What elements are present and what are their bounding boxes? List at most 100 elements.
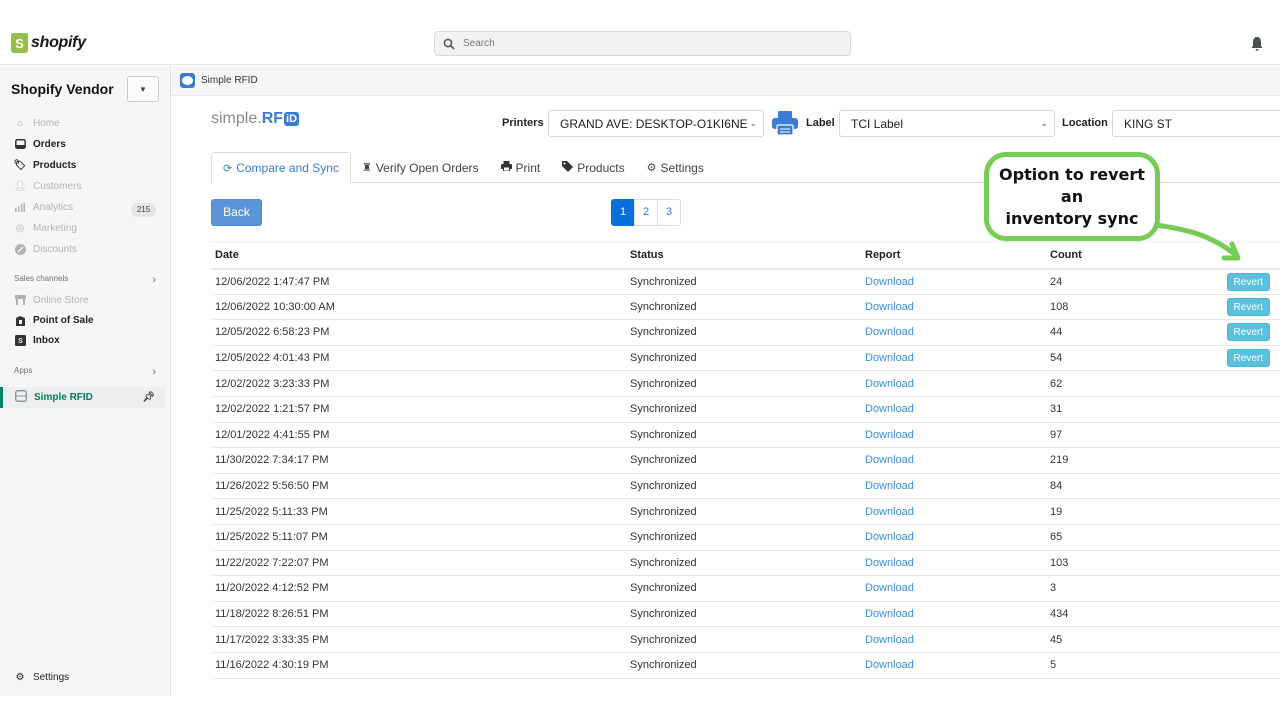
cell-count: 97 [1046,422,1216,449]
download-link[interactable]: Download [861,396,1046,423]
caret-down-icon[interactable]: ▼ [127,76,159,102]
tab-products[interactable]: Products [551,152,635,183]
cell-count: 108 [1046,294,1216,321]
download-link[interactable]: Download [861,294,1046,321]
sync-icon: ⟳ [223,162,233,175]
printer-icon [500,161,512,174]
gear-icon: ⚙ [15,671,25,683]
page-3-button[interactable]: 3 [657,199,681,226]
cell-status: Synchronized [626,268,861,295]
download-link[interactable]: Download [861,626,1046,653]
cell-date: 11/17/2022 3:33:35 PM [211,626,626,653]
tab-compare-and-sync[interactable]: ⟳ Compare and Sync [211,152,351,184]
tab-label: Products [577,160,625,175]
tab-label: Verify Open Orders [375,160,479,175]
bell-icon[interactable] [1250,36,1264,52]
tab-label: Print [515,160,541,175]
sidebar-item-products[interactable]: 🏷︎ Products [14,156,77,174]
download-link[interactable]: Download [861,447,1046,474]
tab-label: Compare and Sync [236,161,339,175]
cell-action [1216,601,1280,628]
chevron-right-icon[interactable]: › [152,274,156,286]
download-link[interactable]: Download [861,319,1046,346]
search-icon [443,38,455,50]
sidebar-item-label: Products [33,159,77,171]
table-row: 12/05/2022 6:58:23 PM Synchronized Downloa… [211,319,1280,346]
download-link[interactable]: Download [861,498,1046,525]
shopify-logo[interactable]: S shopify [11,33,86,53]
sidebar-item-customers[interactable]: 👤︎ Customers [14,177,82,195]
chevron-right-icon[interactable]: › [152,366,156,378]
label-select[interactable]: TCI Label ⌄ [839,110,1055,137]
cell-count: 54 [1046,345,1216,372]
sidebar-item-discounts[interactable]: Discounts [14,240,77,258]
page-2-button[interactable]: 2 [634,199,658,226]
back-button[interactable]: Back [211,199,262,226]
cell-action: Revert [1216,345,1280,372]
download-link[interactable]: Download [861,268,1046,295]
table-row: 11/26/2022 5:56:50 PM Synchronized Downloa… [211,473,1280,500]
sync-history-table: Date Status Report Count 12/06/2022 1:47… [211,241,1280,679]
tab-verify-open-orders[interactable]: ♜ Verify Open Orders [351,152,490,183]
cell-date: 12/02/2022 1:21:57 PM [211,396,626,423]
orders-count-badge: 215 [131,203,156,217]
shopify-wordmark: shopify [31,34,86,51]
sidebar-item-inbox[interactable]: S Inbox [14,331,60,349]
download-link[interactable]: Download [861,601,1046,628]
download-link[interactable]: Download [861,473,1046,500]
cell-status: Synchronized [626,498,861,525]
sidebar-item-label: Online Store [33,294,89,306]
revert-button[interactable]: Revert [1226,297,1270,316]
download-link[interactable]: Download [861,345,1046,372]
sales-channels-title: Sales channels [14,274,69,283]
column-header-status[interactable]: Status [626,241,861,270]
table-row: 11/25/2022 5:11:07 PM Synchronized Downloa… [211,524,1280,551]
revert-button[interactable]: Revert [1226,272,1270,291]
cell-date: 11/25/2022 5:11:07 PM [211,524,626,551]
cell-count: 24 [1046,268,1216,295]
cell-count: 219 [1046,447,1216,474]
tab-print[interactable]: Print [490,152,552,183]
sidebar-item-label: Home [33,117,60,129]
cell-action [1216,447,1280,474]
cell-date: 12/05/2022 4:01:43 PM [211,345,626,372]
sidebar-item-analytics[interactable]: Analytics [14,198,73,216]
sidebar-item-settings[interactable]: ⚙ Settings [14,668,70,686]
sidebar-item-online-store[interactable]: Online Store [14,291,89,309]
download-link[interactable]: Download [861,652,1046,679]
pin-icon[interactable]: 📌︎ [142,392,155,403]
printer-icon[interactable] [771,110,799,136]
search-bar[interactable] [434,31,851,56]
column-header-report[interactable]: Report [861,241,1046,270]
sidebar-item-simple-rfid[interactable]: Simple RFID 📌︎ [0,387,165,408]
sidebar: Shopify Vendor ▼ ⌂ Home Orders 215 🏷︎ Pr… [0,66,171,696]
sidebar-item-marketing[interactable]: ◎ Marketing [14,219,77,237]
callout-line-1: Option to revert an [999,164,1145,206]
sales-channels-header[interactable]: Sales channels › [14,274,156,286]
revert-button[interactable]: Revert [1226,323,1270,342]
download-link[interactable]: Download [861,422,1046,449]
chevron-down-icon: ⌄ [749,118,757,128]
printer-select[interactable]: GRAND AVE: DESKTOP-O1KI6NE ⌄ [548,110,764,137]
revert-button[interactable]: Revert [1226,349,1270,368]
download-link[interactable]: Download [861,550,1046,577]
sidebar-item-orders[interactable]: Orders [14,135,66,153]
download-link[interactable]: Download [861,575,1046,602]
cell-status: Synchronized [626,294,861,321]
cell-action [1216,626,1280,653]
tab-settings[interactable]: ⚙ Settings [636,152,715,183]
search-input[interactable] [463,38,823,49]
column-header-date[interactable]: Date [211,241,626,270]
store-selector[interactable]: Shopify Vendor ▼ [4,76,159,102]
sidebar-item-point-of-sale[interactable]: Point of Sale [14,311,94,329]
apps-header[interactable]: Apps › [14,366,156,378]
cell-count: 31 [1046,396,1216,423]
cell-status: Synchronized [626,575,861,602]
location-field[interactable]: KING ST [1112,110,1280,137]
cell-date: 12/06/2022 10:30:00 AM [211,294,626,321]
table-row: 11/20/2022 4:12:52 PM Synchronized Downloa… [211,575,1280,602]
sidebar-item-home[interactable]: ⌂ Home [14,114,60,132]
download-link[interactable]: Download [861,370,1046,397]
download-link[interactable]: Download [861,524,1046,551]
page-1-button[interactable]: 1 [611,199,635,226]
